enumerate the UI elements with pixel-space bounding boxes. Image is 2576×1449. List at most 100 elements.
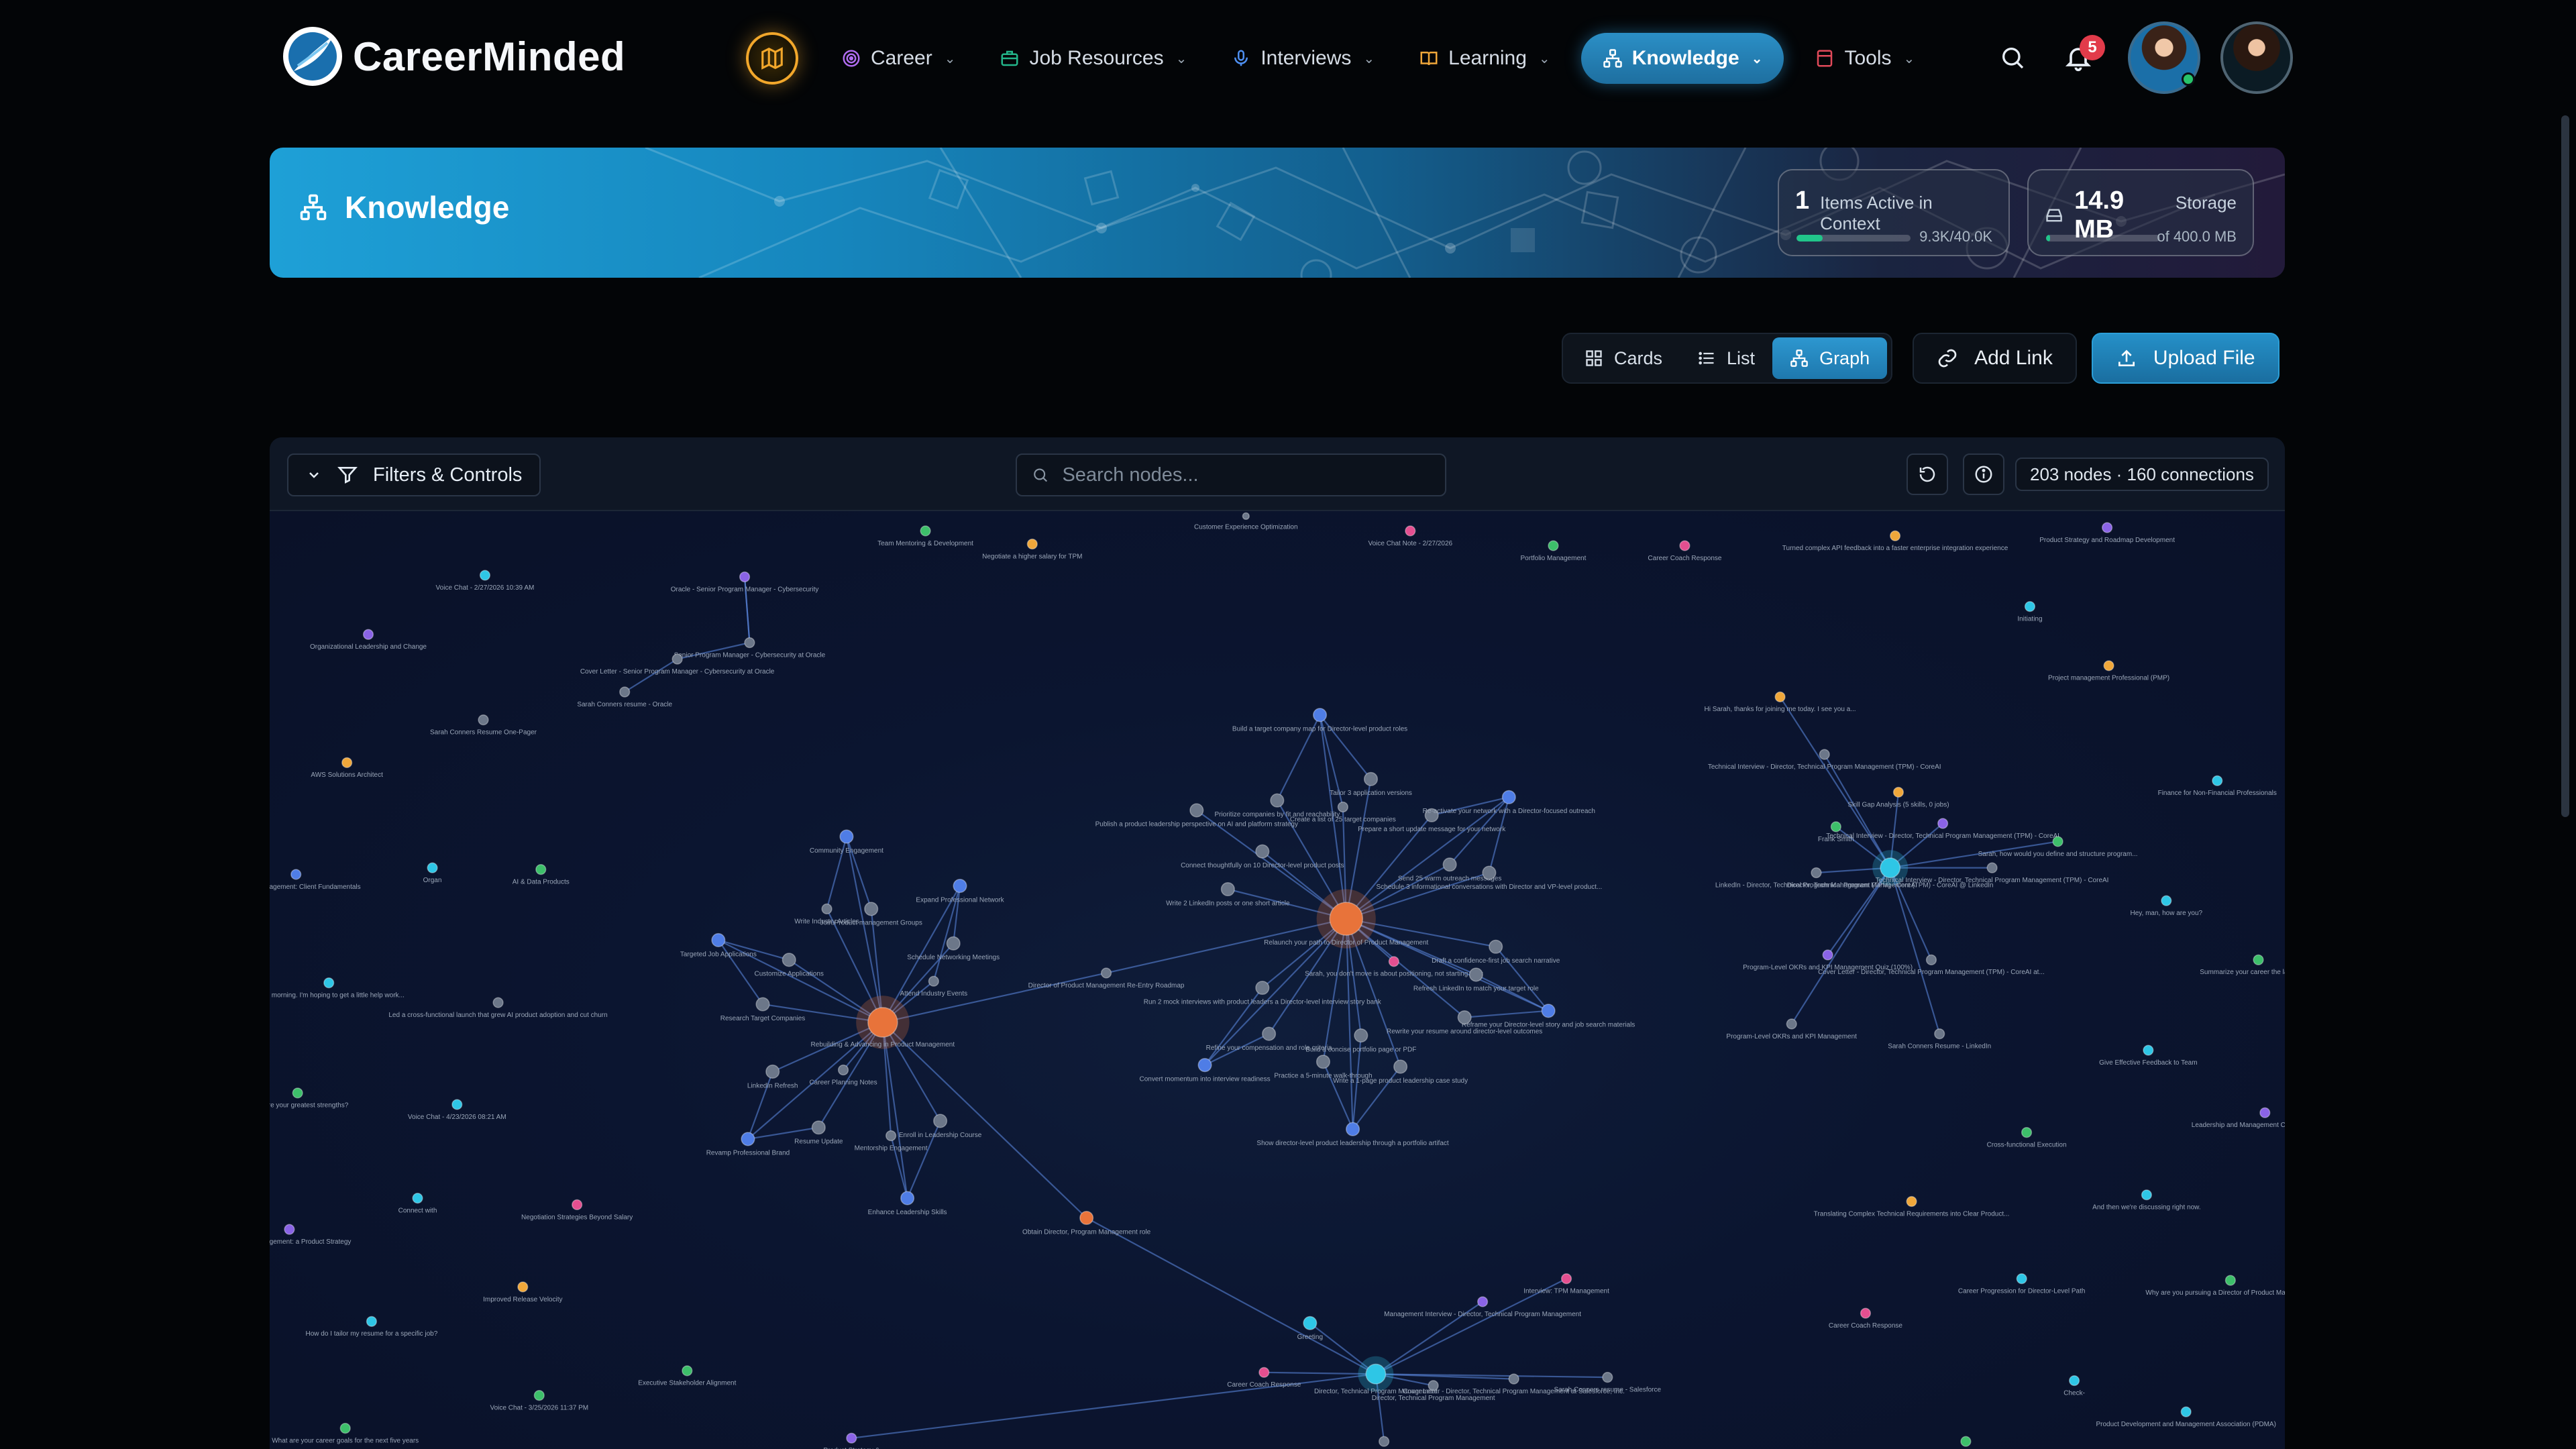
graph-node[interactable]: Expand Professional Network — [916, 879, 1005, 904]
graph-node[interactable]: Turned complex API feedback into a faste… — [1782, 530, 2008, 552]
graph-node-dot[interactable] — [1026, 538, 1038, 550]
graph-node[interactable]: Negotiate a higher salary for TPM — [982, 538, 1082, 561]
graph-node-dot[interactable] — [2212, 775, 2223, 786]
nav-home-button[interactable] — [746, 32, 798, 85]
graph-node[interactable]: Hi Sarah, thanks for joining me today. I… — [1705, 691, 1856, 714]
graph-node[interactable]: Good morning. I'm hoping to get a little… — [270, 977, 405, 1000]
graph-node-dot[interactable] — [2103, 660, 2114, 672]
nav-learning[interactable]: Learning ⌄ — [1405, 33, 1564, 84]
graph-node[interactable]: Targeted Job Applications — [680, 932, 757, 959]
graph-node-dot[interactable] — [1501, 790, 1516, 804]
graph-node-dot[interactable] — [366, 1316, 377, 1327]
graph-node-dot[interactable] — [2021, 1127, 2033, 1138]
graph-node-dot[interactable] — [1541, 1004, 1556, 1018]
graph-node[interactable]: Re-activate your network with a Director… — [1423, 790, 1595, 816]
graph-node[interactable]: Why are you pursuing a Director of Produ… — [2145, 1275, 2285, 1297]
graph-node[interactable]: Finance for Non-Financial Professionals — [2158, 775, 2277, 797]
graph-node-dot[interactable] — [1560, 1273, 1572, 1285]
graph-node[interactable]: Technical Interview - Director, Technica… — [1876, 862, 2109, 884]
graph-node-dot[interactable] — [1354, 1028, 1368, 1043]
graph-node-dot[interactable] — [953, 879, 967, 894]
graph-node[interactable]: Enroll in Leadership Course — [899, 1114, 982, 1139]
graph-node[interactable]: Check- — [2063, 1375, 2085, 1397]
graph-node-dot[interactable] — [1548, 540, 1559, 551]
graph-node[interactable]: Product Strategy and Roadmap Development — [2039, 522, 2175, 544]
graph-node-dot[interactable] — [1774, 691, 1786, 702]
graph-node-dot[interactable] — [1197, 1058, 1212, 1073]
graph-node-dot[interactable] — [1822, 949, 1833, 961]
graph-node-dot[interactable] — [2141, 1189, 2152, 1201]
graph-node-dot[interactable] — [1100, 967, 1112, 979]
graph-node-dot[interactable] — [2161, 895, 2172, 906]
graph-node-dot[interactable] — [811, 1120, 826, 1135]
graph-node[interactable]: Tailor 3 application versions — [1330, 771, 1412, 798]
nav-tools[interactable]: Tools ⌄ — [1801, 33, 1928, 84]
graph-node-dot[interactable] — [1346, 1122, 1360, 1136]
graph-node-dot[interactable] — [2224, 1275, 2236, 1286]
graph-node[interactable]: Show director-level product leadership t… — [1256, 1122, 1449, 1147]
graph-node-dot[interactable] — [711, 932, 726, 948]
graph-node-dot[interactable] — [533, 1390, 545, 1401]
graph-node[interactable]: Initiating — [2017, 601, 2043, 623]
graph-node-dot[interactable] — [1079, 1210, 1094, 1226]
graph-node[interactable]: Career Progression for Director-Level Pa… — [1958, 1273, 2086, 1295]
graph-node[interactable]: Career Coach Response — [1829, 1307, 1902, 1330]
graph-node-dot[interactable] — [479, 570, 491, 581]
graph-node-dot[interactable] — [2016, 1273, 2027, 1285]
graph-node-dot[interactable] — [2069, 1375, 2080, 1387]
graph-node[interactable]: Technical Interview - Director, Technica… — [1708, 749, 1941, 771]
graph-node-dot[interactable] — [2143, 1044, 2154, 1056]
graph-node-dot[interactable] — [1189, 803, 1204, 818]
graph-node[interactable]: Organ — [423, 862, 442, 884]
graph-node-dot[interactable] — [1405, 525, 1416, 537]
graph-node[interactable]: Interview: TPM Management — [1523, 1273, 1609, 1295]
graph-node[interactable]: How do I tailor my resume for a specific… — [306, 1316, 438, 1338]
graph-node[interactable]: Negotiation Strategies Beyond Salary — [521, 1199, 633, 1222]
graph-node[interactable]: Executive Stakeholder Alignment — [638, 1365, 737, 1387]
graph-node[interactable]: Convert momentum into interview readines… — [1140, 1058, 1271, 1083]
graph-node-dot[interactable] — [672, 653, 683, 665]
graph-node[interactable]: Director of Product Management Re-Entry … — [1028, 967, 1185, 989]
brand[interactable]: CareerMinded — [280, 24, 625, 89]
graph-node-dot[interactable] — [1303, 1316, 1318, 1330]
graph-node[interactable]: LinkedIn Refresh — [747, 1064, 798, 1090]
graph-node-dot[interactable] — [839, 829, 854, 844]
graph-node[interactable]: Voice Chat - 4/23/2026 08:21 AM — [408, 1099, 506, 1121]
graph-node-dot[interactable] — [339, 1423, 351, 1434]
graph-node[interactable]: Sarah Conners resume - Oracle — [577, 686, 672, 708]
graph-node[interactable]: Career Coach Response — [1227, 1366, 1301, 1389]
nav-job-resources[interactable]: Job Resources ⌄ — [986, 33, 1200, 84]
nav-knowledge[interactable]: Knowledge ⌄ — [1580, 33, 1784, 84]
graph-node-dot[interactable] — [572, 1199, 583, 1211]
graph-node-dot[interactable] — [412, 1193, 423, 1204]
graph-node-dot[interactable] — [1906, 1195, 1917, 1208]
graph-node-dot[interactable] — [1960, 1436, 1972, 1447]
view-list-button[interactable]: List — [1680, 337, 1772, 379]
nav-interviews[interactable]: Interviews ⌄ — [1218, 33, 1388, 84]
graph-node-dot[interactable] — [1255, 980, 1270, 996]
graph-node[interactable]: Research Target Companies — [720, 997, 806, 1022]
graph-node[interactable]: Revamp Professional Brand — [706, 1132, 790, 1157]
graph-node-dot[interactable] — [837, 1064, 849, 1076]
graph-node-dot[interactable] — [341, 757, 353, 768]
graph-node-dot[interactable] — [362, 629, 374, 640]
graph-node-dot[interactable] — [864, 902, 879, 916]
graph-node[interactable]: Product Management: a Product Strategy — [270, 1224, 351, 1246]
graph-node[interactable]: Give Effective Feedback to Team — [2099, 1044, 2198, 1067]
graph-node[interactable]: Product Development and Management Assoc… — [2096, 1406, 2276, 1428]
graph-node-dot[interactable] — [682, 1365, 693, 1377]
graph-node[interactable]: What are your career goals for the next … — [272, 1423, 419, 1445]
graph-node[interactable]: And then we're discussing right now. — [2092, 1189, 2201, 1212]
graph-node[interactable]: Career Coach Response — [1648, 540, 1722, 562]
graph-node-dot[interactable] — [1457, 1010, 1472, 1025]
graph-node-dot[interactable] — [2180, 1406, 2192, 1417]
graph-node[interactable]: What are your greatest strengths? — [270, 1087, 349, 1110]
graph-node-dot[interactable] — [1242, 512, 1250, 520]
graph-node[interactable]: Product Management: Client Fundamentals — [270, 869, 361, 891]
graph-node-dot[interactable] — [1786, 1018, 1797, 1030]
graph-node[interactable]: Translating Complex Technical Requiremen… — [1814, 1195, 2010, 1218]
graph-node-dot[interactable] — [782, 953, 796, 967]
graph-node[interactable]: Rebuilding & Advancing in Product Manage… — [811, 996, 955, 1049]
graph-node[interactable]: Team Mentoring & Development — [877, 525, 973, 547]
graph-node-dot[interactable] — [492, 997, 504, 1008]
